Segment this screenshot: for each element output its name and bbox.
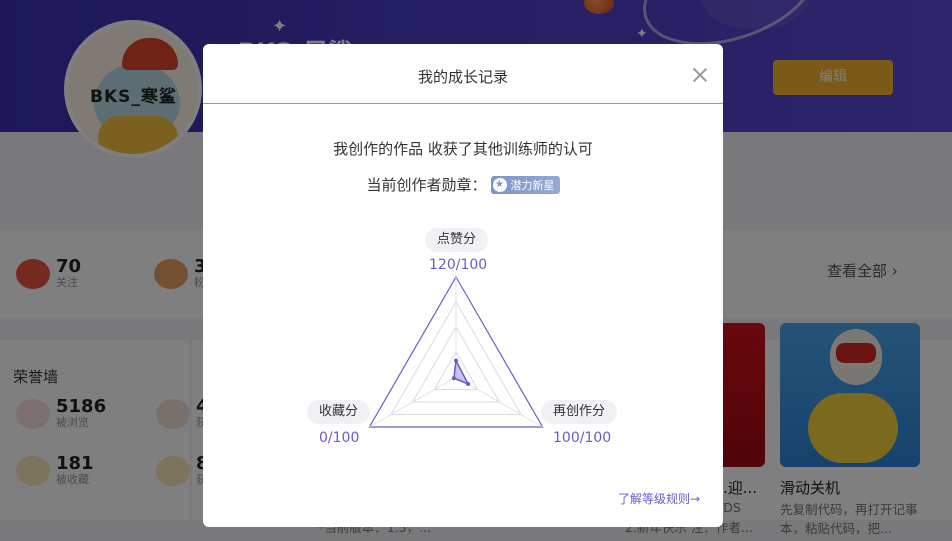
radar-value-point bbox=[454, 358, 458, 363]
radar-value-area bbox=[453, 358, 470, 386]
axis-label-likes: 点赞分 bbox=[425, 228, 489, 252]
radar-value-point bbox=[466, 382, 471, 386]
radar-chart bbox=[368, 275, 544, 428]
axis-score-remix: 100/100 bbox=[553, 430, 612, 446]
growth-record-modal: 我的成长记录 我创作的作品 收获了其他训练师的认可 当前创作者勋章： ★ 潜力新… bbox=[203, 44, 723, 527]
radar-value-point bbox=[451, 376, 456, 381]
axis-score-likes: 120/100 bbox=[429, 257, 488, 273]
level-rules-link[interactable]: 了解等级规则→ bbox=[618, 490, 700, 507]
axis-label-favorites: 收藏分 bbox=[307, 400, 371, 424]
axis-label-remix: 再创作分 bbox=[541, 400, 618, 424]
axis-score-favorites: 0/100 bbox=[319, 430, 360, 446]
